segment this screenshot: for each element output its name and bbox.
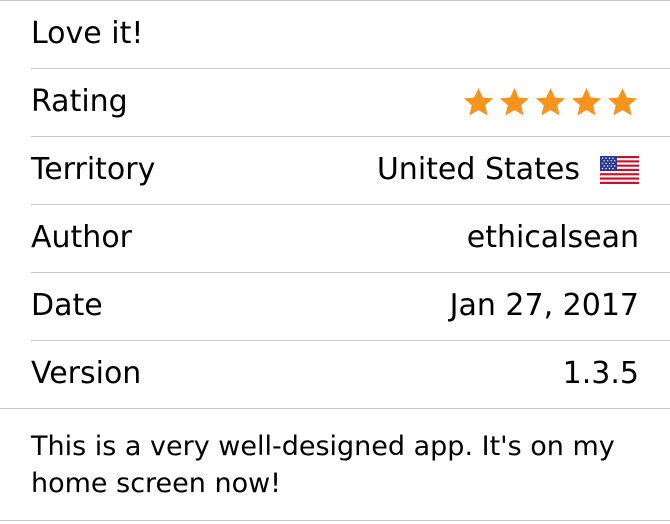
version-row: Version 1.3.5 [0, 340, 670, 408]
rating-label: Rating [31, 84, 128, 119]
review-title: Love it! [31, 16, 144, 51]
territory-value-group: United States [377, 155, 639, 185]
bottom-divider [0, 520, 670, 521]
review-body: This is a very well-designed app. It's o… [31, 431, 615, 499]
star-icon [535, 87, 566, 116]
star-icon [499, 87, 530, 116]
version-value: 1.3.5 [562, 356, 639, 391]
us-flag-icon [600, 156, 639, 184]
section-divider [0, 408, 670, 409]
territory-row: Territory United States [0, 136, 670, 204]
version-label: Version [31, 356, 142, 391]
date-label: Date [31, 288, 103, 323]
territory-value: United States [376, 152, 580, 187]
star-icon [607, 87, 638, 116]
date-value: Jan 27, 2017 [449, 288, 639, 323]
review-detail: Love it! Rating Territory United States [0, 0, 670, 524]
date-row: Date Jan 27, 2017 [0, 272, 670, 340]
territory-label: Territory [31, 152, 156, 187]
author-label: Author [31, 220, 133, 255]
author-value: ethicalsean [466, 220, 639, 255]
star-icon [463, 87, 494, 116]
star-icon [571, 87, 602, 116]
author-row: Author ethicalsean [0, 204, 670, 272]
rating-row: Rating [0, 68, 670, 136]
rating-stars [462, 86, 639, 119]
review-title-row: Love it! [0, 0, 670, 68]
